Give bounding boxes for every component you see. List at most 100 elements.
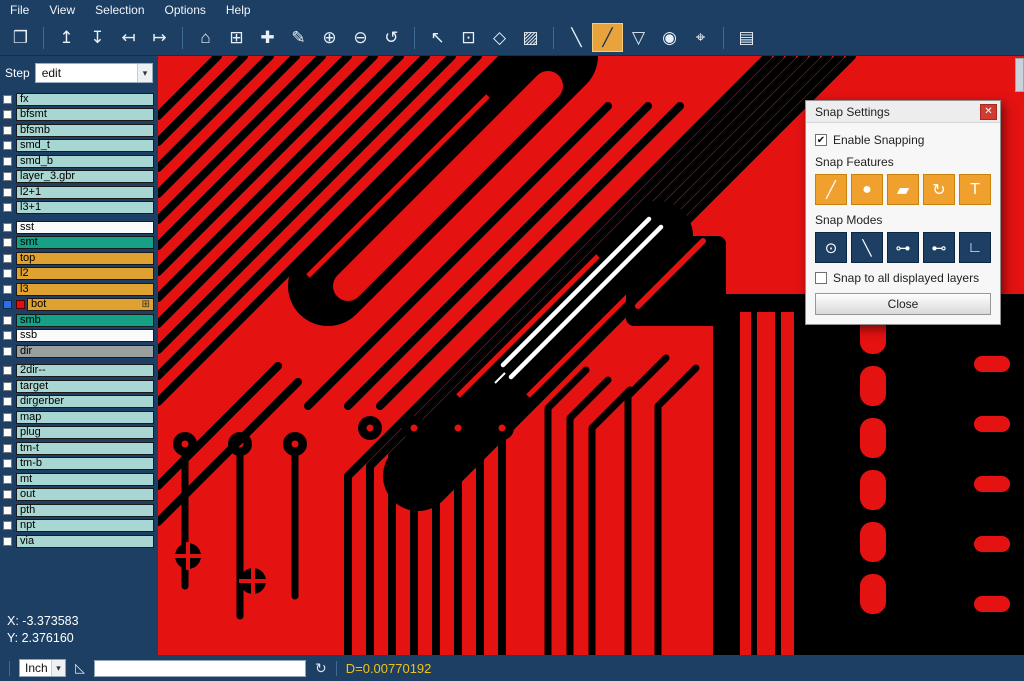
layer-label[interactable]: ssb [16,329,154,342]
menu-item-view[interactable]: View [49,3,75,17]
pcb-canvas[interactable]: Snap Settings ✕ ✔ Enable Snapping Snap F… [158,56,1024,655]
zoom-polygon-button[interactable]: ✎ [283,23,314,52]
layer-checkbox[interactable] [3,366,12,375]
layer-label[interactable]: l2 [16,267,154,280]
layer-checkbox[interactable] [3,490,12,499]
snap-surface-button[interactable]: ▰ [887,174,919,205]
layer-checkbox[interactable] [3,238,12,247]
layer-checkbox[interactable] [3,506,12,515]
layer-checkbox[interactable] [3,223,12,232]
menu-item-selection[interactable]: Selection [95,3,144,17]
layer-label[interactable]: via [16,535,154,548]
close-icon[interactable]: ✕ [980,104,997,120]
find-button[interactable]: ⌖ [685,23,716,52]
layer-label[interactable]: out [16,488,154,501]
line-tool-button[interactable]: ╲ [561,23,592,52]
report-button[interactable]: ▤ [731,23,762,52]
layer-checkbox[interactable] [3,428,12,437]
close-button[interactable]: Close [815,293,991,315]
zoom-in-button[interactable]: ⊕ [314,23,345,52]
snap-center-button[interactable]: ⊙ [815,232,847,263]
zoom-window-button[interactable]: ⊞ [221,23,252,52]
snap-midline-button[interactable]: ⊶ [887,232,919,263]
layer-label[interactable]: target [16,380,154,393]
layer-checkbox[interactable] [3,203,12,212]
layer-checkbox[interactable] [3,269,12,278]
zoom-home-button[interactable]: ⌂ [190,23,221,52]
layer-label[interactable]: smt [16,236,154,249]
layer-label[interactable]: plug [16,426,154,439]
layer-checkbox[interactable] [3,157,12,166]
step-dropdown[interactable]: edit ▾ [35,63,153,83]
layer-checkbox[interactable] [3,316,12,325]
layer-label[interactable]: tm-b [16,457,154,470]
import-left-button[interactable]: ↤ [113,23,144,52]
layer-label[interactable]: top [16,252,154,265]
command-input[interactable] [94,660,306,677]
export-right-button[interactable]: ↦ [144,23,175,52]
layer-label[interactable]: smb [16,314,154,327]
dialog-titlebar[interactable]: Snap Settings ✕ [806,101,1000,123]
zoom-previous-button[interactable]: ↺ [376,23,407,52]
layer-label[interactable]: npt [16,519,154,532]
open-file-button[interactable]: ❒ [5,23,36,52]
snap-corner-button[interactable]: ∟ [959,232,991,263]
layer-checkbox[interactable] [3,300,12,309]
layer-checkbox[interactable] [3,126,12,135]
refresh-icon[interactable]: ↻ [315,660,327,677]
layer-checkbox[interactable] [3,285,12,294]
snap-endpoint-button[interactable]: ╲ [851,232,883,263]
layer-label[interactable]: bfsmt [16,108,154,121]
snap-all-layers-checkbox[interactable] [815,272,827,284]
snap-text-button[interactable]: T [959,174,991,205]
pan-button[interactable]: ✚ [252,23,283,52]
layer-label[interactable]: bot⊞ [27,298,154,311]
layer-label[interactable]: smd_b [16,155,154,168]
layer-label[interactable]: sst [16,221,154,234]
layer-label[interactable]: tm-t [16,442,154,455]
layer-checkbox[interactable] [3,444,12,453]
layer-label[interactable]: fx [16,93,154,106]
layer-checkbox[interactable] [3,188,12,197]
layer-checkbox[interactable] [3,413,12,422]
layer-label[interactable]: l3 [16,283,154,296]
layer-checkbox[interactable] [3,331,12,340]
view-options-button[interactable]: ◉ [654,23,685,52]
layer-label[interactable]: dir [16,345,154,358]
zoom-out-button[interactable]: ⊖ [345,23,376,52]
layer-label[interactable]: 2dir-- [16,364,154,377]
layer-label[interactable]: map [16,411,154,424]
layer-label[interactable]: smd_t [16,139,154,152]
layer-label[interactable]: layer_3.gbr [16,170,154,183]
layer-label[interactable]: bfsmb [16,124,154,137]
layer-checkbox[interactable] [3,172,12,181]
layer-checkbox[interactable] [3,537,12,546]
filter-button[interactable]: ▽ [623,23,654,52]
layer-checkbox[interactable] [3,475,12,484]
snap-line-button[interactable]: ╱ [815,174,847,205]
layer-checkbox[interactable] [3,397,12,406]
menu-item-options[interactable]: Options [165,3,206,17]
select-hatch-button[interactable]: ▨ [515,23,546,52]
layer-checkbox[interactable] [3,459,12,468]
unit-dropdown[interactable]: Inch ▾ [19,659,66,677]
layer-checkbox[interactable] [3,254,12,263]
select-polygon-button[interactable]: ◇ [484,23,515,52]
enable-snapping-checkbox[interactable]: ✔ [815,134,827,146]
angle-mode-icon[interactable]: ◺ [75,660,85,676]
snap-arc-button[interactable]: ↻ [923,174,955,205]
layer-label[interactable]: mt [16,473,154,486]
menu-item-help[interactable]: Help [226,3,251,17]
layer-checkbox[interactable] [3,347,12,356]
snap-pad-button[interactable]: ● [851,174,883,205]
layer-checkbox[interactable] [3,95,12,104]
layer-checkbox[interactable] [3,110,12,119]
layer-label[interactable]: dirgerber [16,395,154,408]
vertical-scrollbar[interactable] [1015,58,1024,92]
layer-label[interactable]: pth [16,504,154,517]
snap-key-button[interactable]: ⊷ [923,232,955,263]
layer-checkbox[interactable] [3,141,12,150]
menu-item-file[interactable]: File [10,3,29,17]
layer-checkbox[interactable] [3,382,12,391]
import-down-button[interactable]: ↧ [82,23,113,52]
